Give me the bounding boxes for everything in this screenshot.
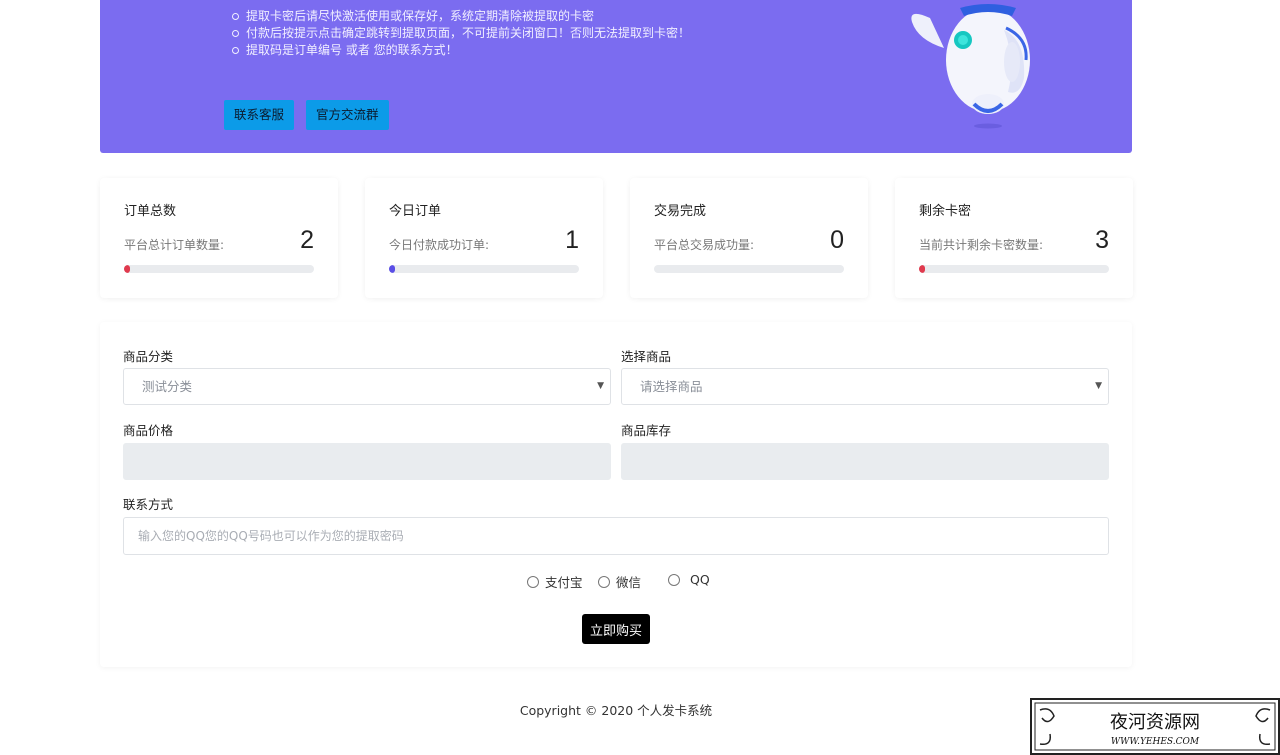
payment-option-wechat[interactable]: 微信	[598, 572, 641, 591]
price-label: 商品价格	[123, 423, 174, 438]
price-field	[123, 443, 611, 480]
chevron-down-icon: ▼	[1095, 381, 1102, 391]
page: 提取卡密后请尽快激活使用或保存好，系统定期清除被提取的卡密 付款后按提示点击确定…	[0, 0, 1280, 755]
stat-subtitle: 平台总计订单数量:	[124, 238, 225, 252]
category-label: 商品分类	[123, 349, 174, 364]
buy-now-button[interactable]: 立即购买	[582, 614, 650, 644]
category-select[interactable]: 测试分类 ▼	[123, 368, 611, 405]
stock-label: 商品库存	[621, 423, 672, 438]
stat-progress-bar	[124, 265, 314, 273]
category-select-value: 测试分类	[142, 379, 193, 394]
chevron-down-icon: ▼	[597, 381, 604, 391]
notice-item: 付款后按提示点击确定跳转到提取页面，不可提前关闭窗口！否则无法提取到卡密！	[230, 25, 690, 42]
payment-option-label: QQ	[690, 572, 710, 587]
product-select-value: 请选择商品	[640, 379, 703, 394]
watermark-logo: 夜河资源网 WWW.YEHES.COM	[1030, 698, 1280, 755]
radio-icon[interactable]	[598, 575, 610, 588]
watermark-text: 夜河资源网	[1110, 712, 1200, 733]
stat-progress-fill	[389, 265, 395, 273]
stat-progress-bar	[919, 265, 1109, 273]
stat-title: 剩余卡密	[919, 204, 972, 219]
contact-service-button[interactable]: 联系客服	[224, 100, 295, 130]
stat-progress-fill	[124, 265, 130, 273]
stat-value: 1	[565, 226, 579, 254]
stat-title: 交易完成	[654, 204, 707, 219]
stat-subtitle: 今日付款成功订单:	[389, 238, 490, 252]
stat-progress-bar	[654, 265, 844, 273]
stat-title: 今日订单	[389, 204, 442, 219]
stat-card-remaining-cards: 剩余卡密 当前共计剩余卡密数量: 3	[895, 178, 1133, 298]
ornament-icon: 夜河资源网 WWW.YEHES.COM	[1034, 702, 1276, 751]
notice-banner: 提取卡密后请尽快激活使用或保存好，系统定期清除被提取的卡密 付款后按提示点击确定…	[100, 0, 1132, 153]
radio-icon[interactable]	[668, 573, 680, 586]
radio-icon[interactable]	[527, 575, 539, 588]
stat-progress-fill	[919, 265, 925, 273]
official-group-button[interactable]: 官方交流群	[306, 100, 389, 130]
stat-card-today-orders: 今日订单 今日付款成功订单: 1	[365, 178, 603, 298]
contact-label: 联系方式	[123, 497, 174, 512]
payment-option-label: 支付宝	[545, 575, 583, 590]
payment-option-alipay[interactable]: 支付宝	[527, 572, 583, 591]
stat-card-completed-trades: 交易完成 平台总交易成功量: 0	[630, 178, 868, 298]
stat-subtitle: 当前共计剩余卡密数量:	[919, 238, 1044, 252]
notice-list: 提取卡密后请尽快激活使用或保存好，系统定期清除被提取的卡密 付款后按提示点击确定…	[230, 8, 690, 59]
watermark-url: WWW.YEHES.COM	[1111, 737, 1200, 747]
payment-option-label: 微信	[616, 575, 642, 590]
stat-card-total-orders: 订单总数 平台总计订单数量: 2	[100, 178, 338, 298]
order-form: 商品分类 测试分类 ▼ 选择商品 请选择商品 ▼ 商品价格 商品库存 联系方式 …	[100, 322, 1132, 667]
robot-mascot-icon	[911, 4, 1030, 129]
contact-input[interactable]	[123, 517, 1109, 555]
stat-value: 0	[830, 226, 844, 254]
stat-progress-bar	[389, 265, 579, 273]
stat-title: 订单总数	[124, 204, 177, 219]
stat-value: 2	[300, 226, 314, 254]
stat-subtitle: 平台总交易成功量:	[654, 238, 755, 252]
stat-value: 3	[1095, 226, 1109, 254]
product-select[interactable]: 请选择商品 ▼	[621, 368, 1109, 405]
stock-field	[621, 443, 1109, 480]
payment-option-qq[interactable]: QQ	[668, 572, 710, 587]
notice-item: 提取卡密后请尽快激活使用或保存好，系统定期清除被提取的卡密	[230, 8, 690, 25]
product-label: 选择商品	[621, 349, 672, 364]
notice-item: 提取码是订单编号 或者 您的联系方式！	[230, 42, 690, 59]
